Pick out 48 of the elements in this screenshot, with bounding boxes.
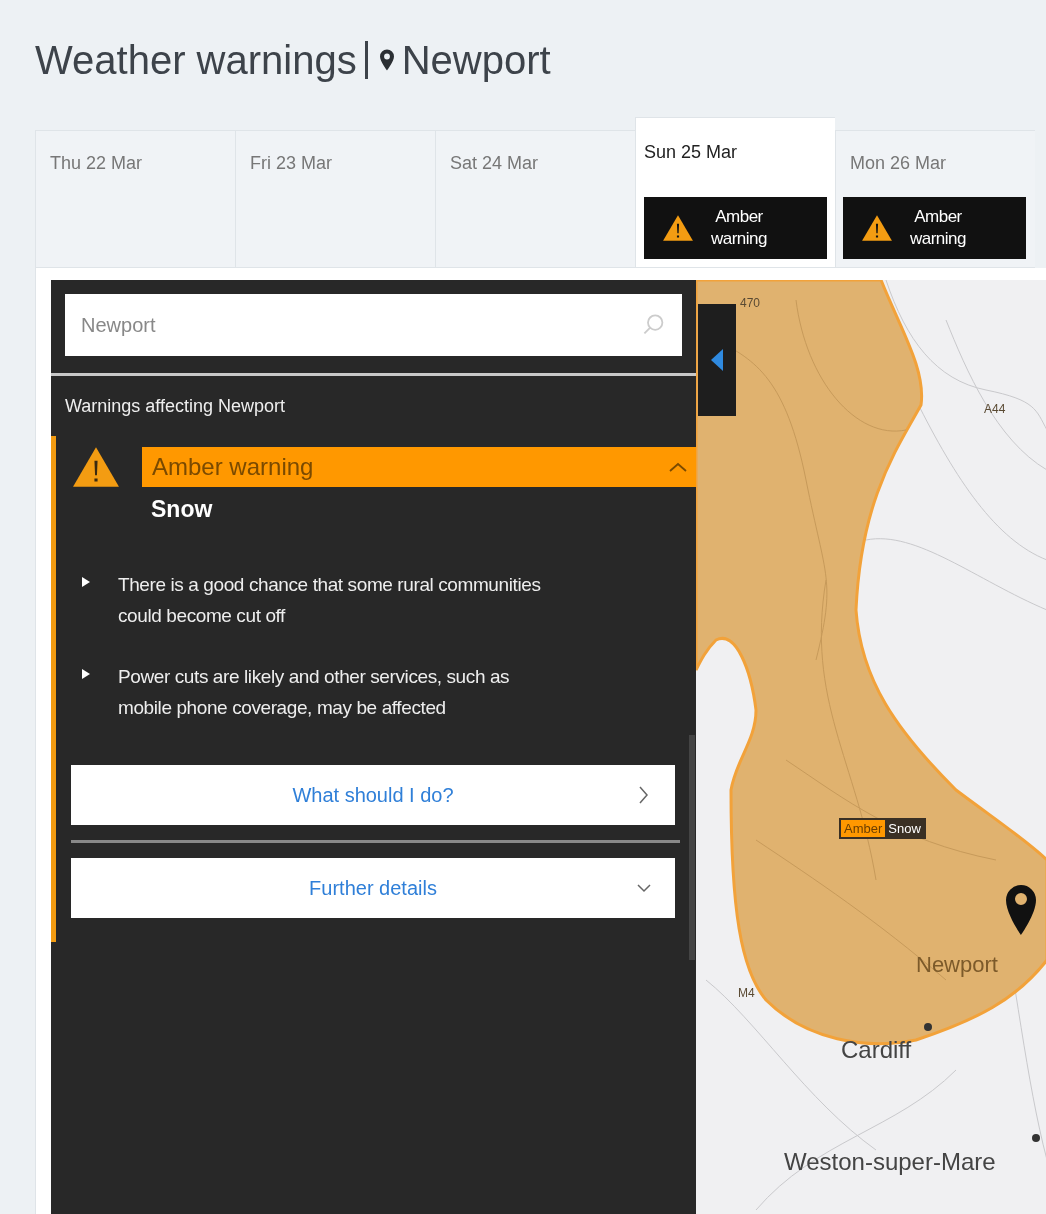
map-label: Newport	[916, 952, 998, 978]
day-tab[interactable]: Thu 22 Mar	[35, 130, 235, 268]
day-tab[interactable]: Fri 23 Mar	[235, 130, 435, 268]
badge-type: Snow	[887, 820, 922, 837]
city-dot	[924, 1023, 932, 1031]
bullet-icon	[82, 669, 90, 679]
day-tab[interactable]: Mon 26 Mar Amber warning	[835, 130, 1035, 268]
map[interactable]: 470 A44 Amber Snow Newport M4 Cardiff Weston-super-Mare	[696, 280, 1046, 1214]
warning-type: Snow	[151, 496, 214, 523]
search-value: Newport	[81, 313, 157, 337]
day-tab[interactable]: Sun 25 Mar Amber warning	[635, 117, 835, 268]
impact-text: Power cuts are likely and other services, such as mobile phone coverage, may be affected	[118, 665, 511, 720]
map-label: 470	[740, 296, 761, 310]
location-name: Newport	[401, 37, 551, 83]
warning-triangle-icon	[662, 214, 694, 242]
map-label: M4	[738, 986, 755, 1000]
tab-date: Sun 25 Mar	[644, 142, 739, 163]
chevron-right-icon	[637, 785, 651, 805]
bullet-icon	[82, 577, 90, 587]
day-tab[interactable]: Sat 24 Mar	[435, 130, 635, 268]
badge-text: Amber warning	[908, 205, 967, 250]
search-icon	[642, 313, 666, 337]
scrollbar[interactable]	[689, 735, 695, 960]
page-title: Weather warnings	[35, 37, 357, 83]
panel-toggle-button[interactable]	[698, 304, 736, 416]
map-label: A44	[984, 402, 1006, 416]
badge-text: Amber warning	[709, 205, 768, 250]
search-field[interactable]: Newport	[65, 294, 682, 356]
link-button[interactable]: What should I do?	[71, 765, 675, 825]
warnings-heading: Warnings affecting Newport	[64, 395, 287, 418]
tab-date: Sat 24 Mar	[450, 153, 540, 174]
map-label: Weston-super-Mare	[784, 1148, 996, 1176]
location-pin-icon	[1006, 885, 1036, 935]
tab-date: Thu 22 Mar	[50, 153, 144, 174]
collapse-arrow-icon	[711, 349, 723, 371]
badge-level: Amber	[841, 820, 886, 837]
warning-triangle-icon	[72, 446, 120, 488]
location-pin-icon	[379, 49, 394, 71]
city-dot	[1032, 1134, 1040, 1142]
map-label: Cardiff	[841, 1036, 912, 1064]
warning-level-header[interactable]: Amber warning	[142, 447, 696, 487]
tab-date: Fri 23 Mar	[250, 153, 333, 174]
chevron-icon	[668, 461, 688, 473]
title-divider	[364, 41, 368, 79]
impact-text: There is a good chance that some rural communities could become cut off	[118, 573, 542, 628]
warning-triangle-icon	[861, 214, 893, 242]
tab-date: Mon 26 Mar	[850, 153, 948, 174]
expand-button[interactable]: Further details	[71, 858, 675, 918]
